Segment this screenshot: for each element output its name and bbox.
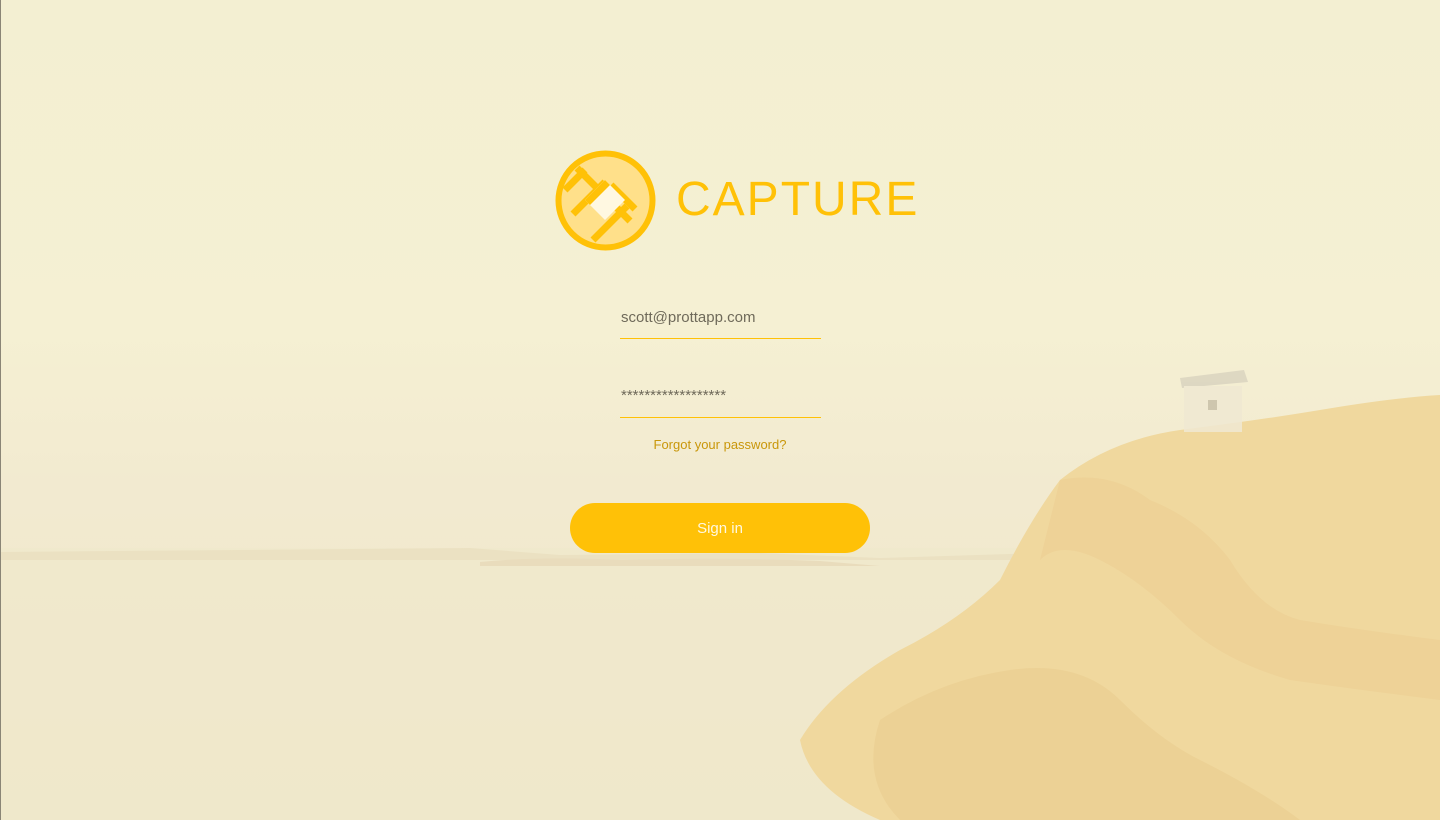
capture-logo-icon (555, 150, 656, 251)
hut (1180, 370, 1248, 432)
login-screen: CAPTURE Forgot your password? Sign in (0, 0, 1440, 820)
email-field[interactable] (620, 296, 821, 339)
brand-name: CAPTURE (676, 173, 920, 226)
window-edge (0, 0, 1, 820)
sign-in-button[interactable]: Sign in (570, 503, 870, 553)
password-field[interactable] (620, 374, 821, 418)
forgot-password-link[interactable]: Forgot your password? (620, 437, 820, 452)
